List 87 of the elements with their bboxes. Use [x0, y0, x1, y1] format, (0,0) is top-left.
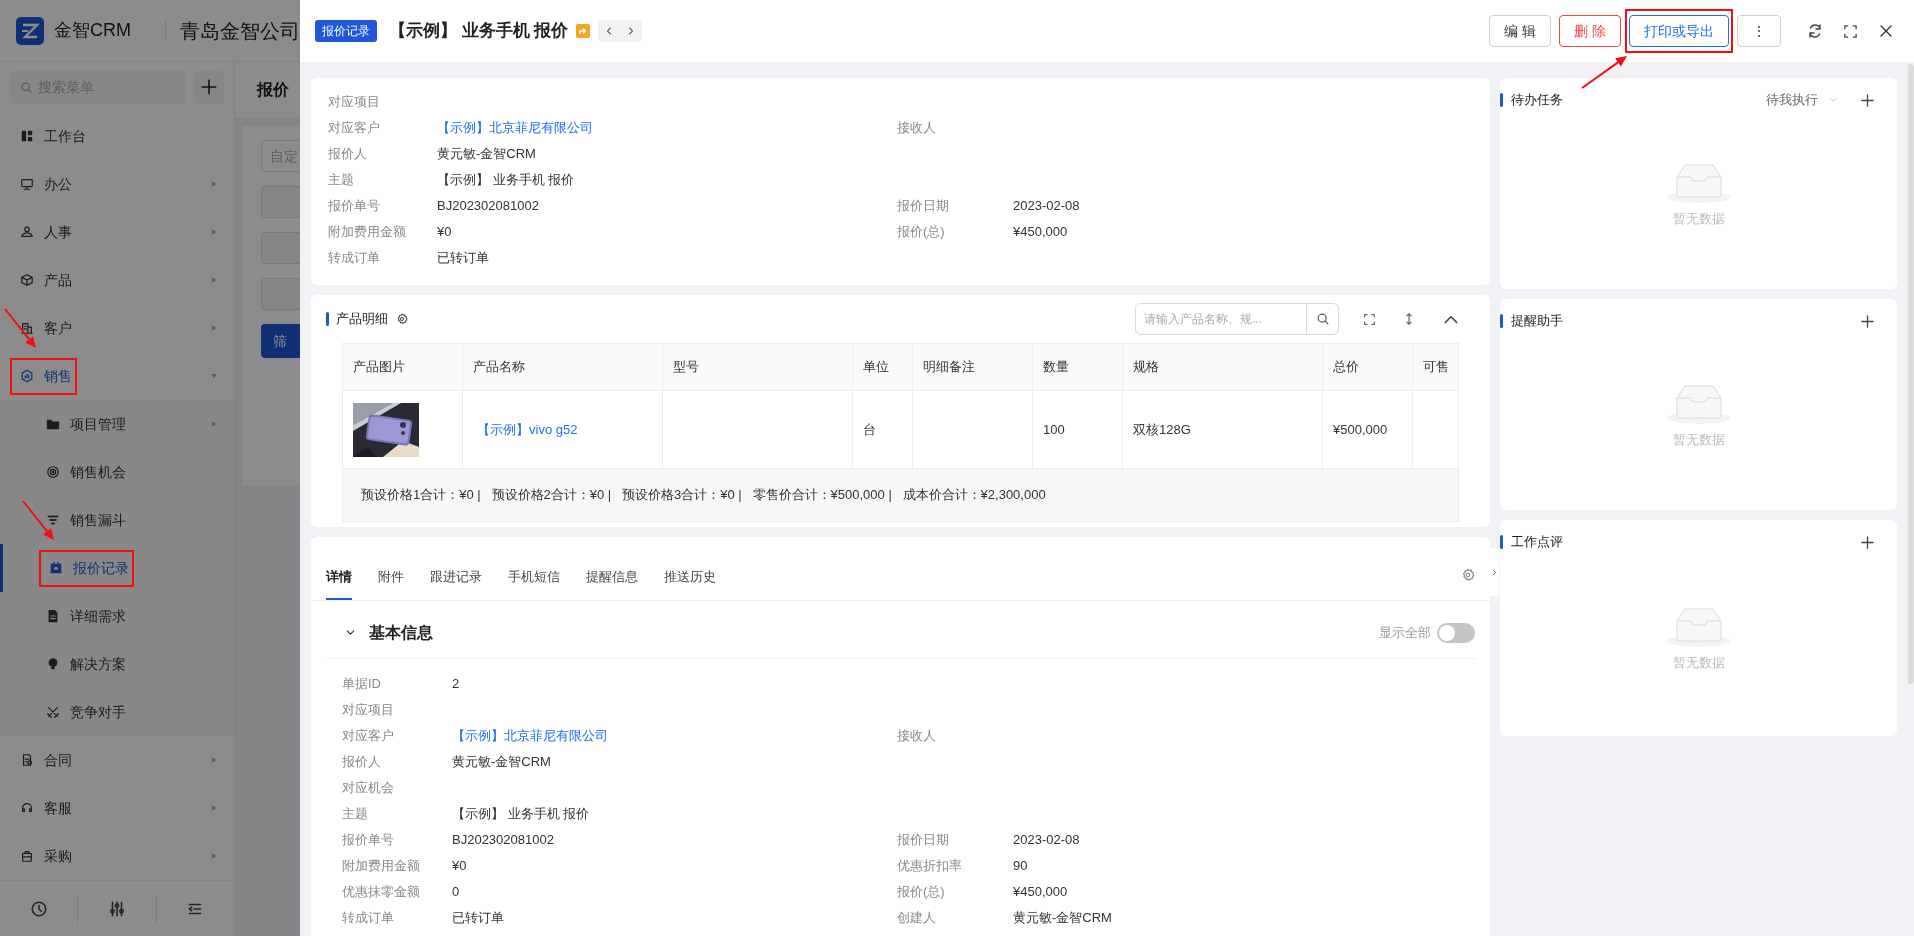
column-header: 数量 [1033, 344, 1123, 390]
field-label: 优惠折扣率 [897, 857, 963, 876]
field-value: ¥0 [452, 858, 467, 874]
field-value: 2023-02-08 [1013, 197, 1080, 216]
app-logo-text: 金智CRM [54, 19, 131, 42]
menu-item-label: 详细需求 [70, 606, 126, 626]
page-title: 报价 [257, 80, 289, 100]
field-label: 报价人 [342, 753, 382, 772]
field-label: 主题 [328, 171, 355, 190]
column-header: 规格 [1123, 344, 1323, 390]
field-value: 90 [1013, 857, 1028, 876]
column-header: 单位 [853, 344, 913, 390]
field-label: 报价日期 [897, 197, 950, 216]
field-value: 【示例】 业务手机 报价 [437, 172, 575, 188]
menu-item-label: 办公 [44, 174, 72, 194]
field-label: 接收人 [897, 727, 937, 746]
field-label: 报价(总) [897, 883, 946, 902]
field-label: 接收人 [897, 119, 937, 138]
column-header: 产品图片 [343, 344, 463, 390]
menu-item-label: 销售 [44, 366, 72, 386]
field-label: 附加费用金额 [342, 857, 421, 876]
field-value: ¥450,000 [1013, 223, 1068, 242]
field-value: 2023-02-08 [1013, 831, 1080, 850]
field-label: 对应项目 [328, 93, 381, 112]
field-label: 单据ID [342, 675, 382, 694]
field-value: 已转订单 [452, 910, 504, 926]
field-value: BJ202302081002 [452, 832, 554, 848]
toggle-label: 显示全部 [1379, 623, 1431, 642]
column-header: 可售 [1413, 344, 1458, 390]
table-cell-text: 双核128G [1133, 420, 1191, 439]
field-value: ¥450,000 [1013, 883, 1068, 902]
panel-title: 工作点评 [1511, 533, 1563, 552]
menu-item-label: 客户 [44, 318, 72, 338]
field-label: 转成订单 [328, 249, 381, 268]
menu-item-label: 销售机会 [70, 462, 126, 482]
menu-item-label: 人事 [44, 222, 72, 242]
record-title: 【示例】 业务手机 报价 [389, 20, 569, 43]
field-value: 【示例】 业务手机 报价 [452, 806, 590, 822]
table-cell-text: ¥500,000 [1333, 420, 1388, 439]
field-label: 对应客户 [342, 727, 395, 746]
field-value: 黄元敏-金智CRM [1013, 909, 1112, 928]
empty-state-text: 暂无数据 [1672, 654, 1725, 673]
field-value: ¥0 [437, 224, 452, 240]
field-label: 报价(总) [897, 223, 946, 242]
menu-item-label: 客服 [44, 798, 72, 818]
field-label: 报价日期 [897, 831, 950, 850]
menu-item-label: 合同 [44, 750, 72, 770]
field-label: 优惠抹零金额 [342, 883, 421, 902]
field-label: 报价单号 [342, 831, 395, 850]
field-value: 黄元敏-金智CRM [452, 754, 551, 770]
field-value: 已转订单 [437, 250, 489, 266]
field-label: 报价人 [328, 145, 368, 164]
panel-title: 提醒助手 [1511, 312, 1563, 331]
company-name: 青岛金智公司 [180, 18, 300, 44]
field-label: 对应机会 [342, 779, 395, 798]
field-value: 2 [452, 676, 460, 692]
field-label: 报价单号 [328, 197, 381, 216]
record-tag: 报价记录 [315, 20, 377, 42]
section-title: 产品明细 [336, 310, 388, 329]
table-cell-text: 台 [863, 420, 876, 439]
column-header: 型号 [663, 344, 853, 390]
column-header: 明细备注 [913, 344, 1033, 390]
field-label: 对应客户 [328, 119, 381, 138]
field-label: 创建人 [897, 909, 937, 928]
menu-item-label: 产品 [44, 270, 72, 290]
column-header: 总价 [1323, 344, 1413, 390]
field-label: 对应项目 [342, 701, 395, 720]
panel-title: 待办任务 [1511, 91, 1563, 110]
field-value: 0 [452, 884, 460, 900]
menu-item-label: 解决方案 [70, 654, 126, 674]
menu-item-label: 报价记录 [73, 558, 129, 578]
empty-state-text: 暂无数据 [1672, 209, 1725, 228]
field-label: 附加费用金额 [328, 223, 407, 242]
menu-item-label: 采购 [44, 846, 72, 866]
menu-item-label: 项目管理 [70, 414, 126, 434]
menu-item-label: 销售漏斗 [70, 510, 126, 530]
field-value: BJ202302081002 [437, 198, 539, 214]
section-title: 基本信息 [369, 622, 433, 643]
menu-item-label: 竞争对手 [70, 702, 126, 722]
field-label: 主题 [342, 805, 369, 824]
table-cell-text: 100 [1043, 420, 1065, 439]
empty-state-text: 暂无数据 [1672, 430, 1725, 449]
menu-item-label: 工作台 [44, 126, 86, 146]
column-header: 产品名称 [463, 344, 663, 390]
totals-summary: 预设价格1合计：¥0 | 预设价格2合计：¥0 | 预设价格3合计：¥0 | 零售价合计：¥500,000 | 成本价合计：¥2,300,000 [361, 486, 1046, 505]
field-label: 转成订单 [342, 909, 395, 928]
field-value: 黄元敏-金智CRM [437, 146, 536, 162]
